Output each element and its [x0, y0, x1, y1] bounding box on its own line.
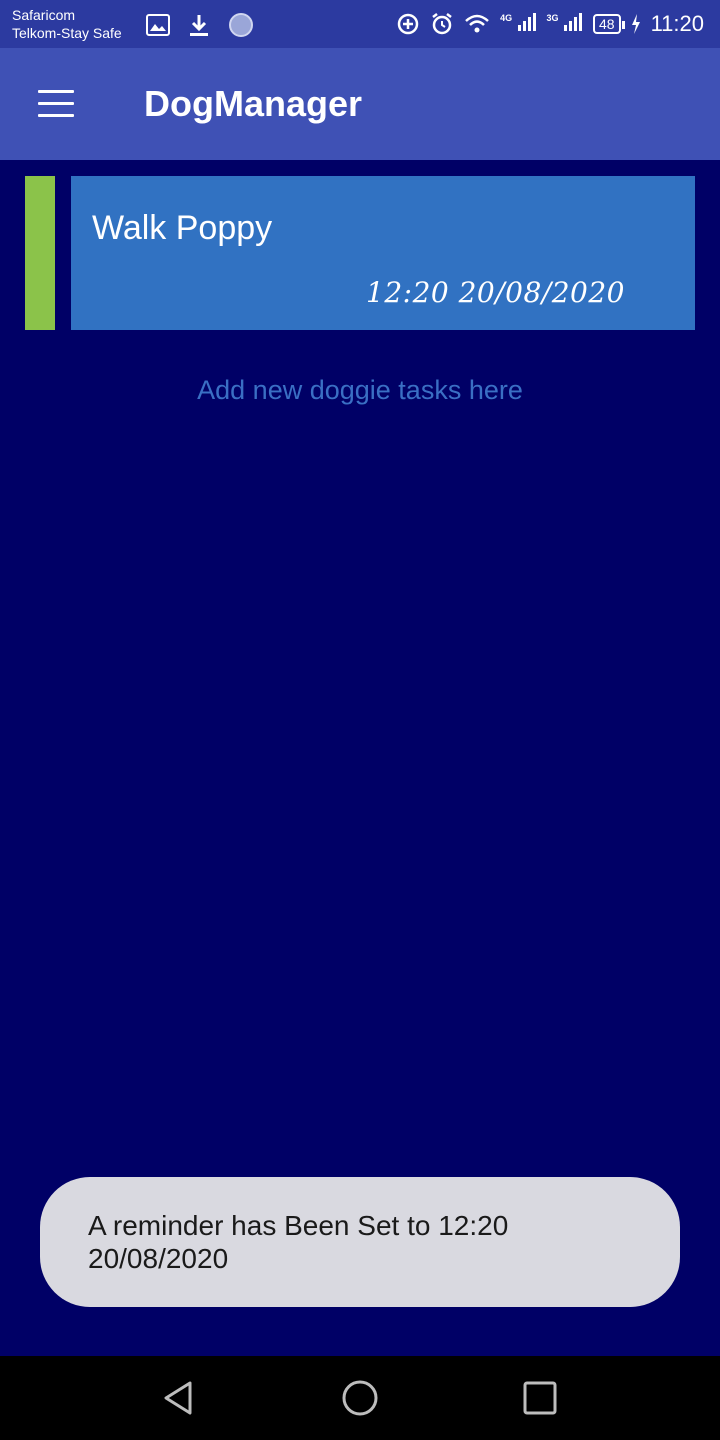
download-icon [190, 15, 208, 36]
charging-icon [631, 14, 640, 34]
app-bar: DogManager [0, 48, 720, 160]
task-list-item[interactable]: Walk Poppy 12:20 20/08/2020 [25, 176, 695, 330]
home-icon[interactable] [340, 1378, 380, 1418]
wifi-icon [465, 14, 489, 33]
task-priority-strip [25, 176, 55, 330]
status-time: 11:20 [650, 11, 704, 36]
task-card[interactable]: Walk Poppy 12:20 20/08/2020 [71, 176, 695, 330]
image-icon [146, 14, 170, 36]
recent-apps-icon[interactable] [520, 1378, 560, 1418]
back-icon[interactable] [160, 1378, 200, 1418]
menu-button[interactable] [34, 84, 78, 124]
signal-1-icon: 4G [500, 12, 536, 36]
add-task-hint[interactable]: Add new doggie tasks here [0, 372, 720, 408]
network-2-label: 3G [546, 12, 559, 23]
system-icons: 4G 3G 48 11:20 [396, 10, 704, 38]
alarm-icon [432, 13, 452, 35]
signal-2-icon: 3G [546, 12, 583, 36]
notification-icons [146, 12, 254, 38]
task-title: Walk Poppy [92, 209, 273, 247]
data-saver-icon [397, 13, 419, 35]
app-title: DogManager [144, 83, 363, 124]
carrier-1-label: Safaricom [12, 7, 76, 23]
network-1-label: 4G [500, 12, 513, 23]
navigation-bar [0, 1356, 720, 1440]
carrier-2-label: Telkom-Stay Safe [12, 25, 122, 41]
toast-message: A reminder has Been Set to 12:20 20/08/2… [88, 1210, 509, 1274]
sync-globe-icon [229, 13, 253, 37]
toast-notification: A reminder has Been Set to 12:20 20/08/2… [40, 1177, 680, 1307]
task-datetime: 12:20 20/08/2020 [366, 276, 625, 309]
status-bar: Safaricom Telkom-Stay Safe 4G 3G 48 11:2… [0, 0, 720, 48]
menu-icon [38, 90, 74, 93]
battery-icon: 48 [593, 14, 625, 34]
carrier-info: Safaricom Telkom-Stay Safe [12, 6, 122, 42]
